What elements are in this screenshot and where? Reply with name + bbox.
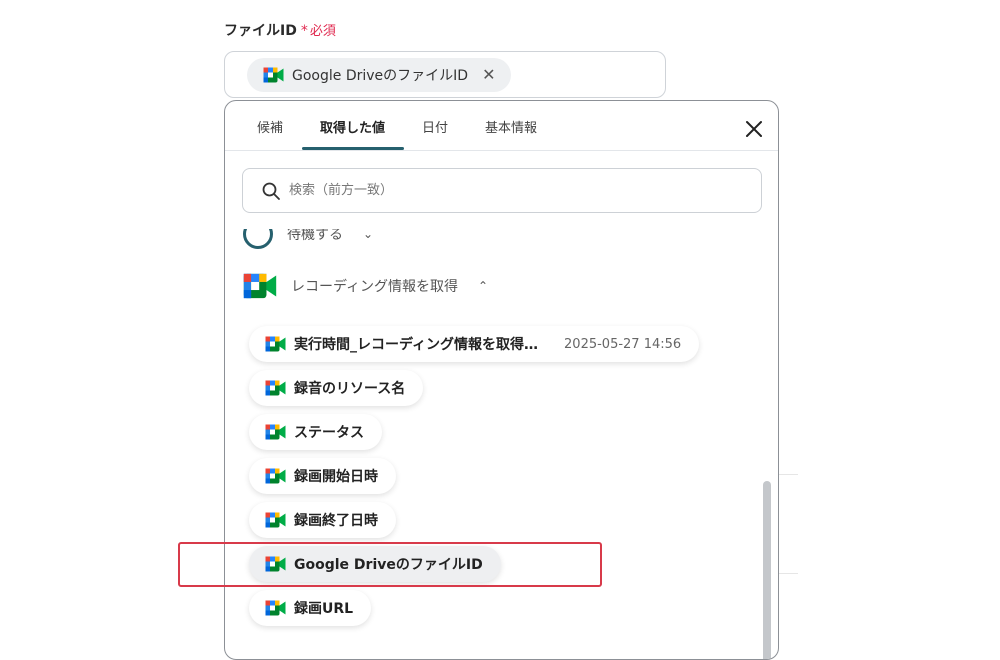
google-meet-icon xyxy=(263,67,284,83)
search-box[interactable] xyxy=(242,168,762,213)
search-icon xyxy=(262,182,280,200)
item-label: 録画URL xyxy=(294,601,354,617)
search-input[interactable] xyxy=(287,182,731,199)
group-wait[interactable]: 待機する ⌄ xyxy=(243,229,373,249)
item-label: 録音のリソース名 xyxy=(294,381,406,397)
item-label: ステータス xyxy=(294,425,364,441)
scrollbar-thumb[interactable] xyxy=(763,481,771,659)
file-id-label-text: ファイルID xyxy=(224,23,297,39)
google-meet-icon xyxy=(243,273,277,299)
google-meet-icon xyxy=(265,336,286,352)
tab-candidates[interactable]: 候補 xyxy=(257,117,283,136)
required-text: 必須 xyxy=(309,24,336,39)
group-wait-label: 待機する xyxy=(287,229,343,243)
file-id-field[interactable]: Google DriveのファイルID ✕ xyxy=(224,51,666,98)
list-item[interactable]: 実行時間_レコーディング情報を取得… 2025-05-27 14:56 xyxy=(249,326,700,362)
close-icon[interactable] xyxy=(742,117,766,141)
tab-basic-info[interactable]: 基本情報 xyxy=(485,117,537,136)
required-star: * xyxy=(300,23,308,39)
google-meet-icon xyxy=(265,556,286,572)
selected-value-chip[interactable]: Google DriveのファイルID ✕ xyxy=(247,58,512,92)
google-meet-icon xyxy=(265,600,286,616)
google-meet-icon xyxy=(265,424,286,440)
google-meet-icon xyxy=(265,512,286,528)
chip-label: Google DriveのファイルID xyxy=(292,68,469,84)
value-picker-popup: 候補 取得した値 日付 基本情報 待機する ⌄ レコーディング情報を取得 ⌃ 実… xyxy=(224,100,779,660)
chevron-down-icon: ⌄ xyxy=(363,229,374,241)
group-recording-info[interactable]: レコーディング情報を取得 ⌃ xyxy=(243,273,488,299)
file-id-label: ファイルID * 必須 xyxy=(224,20,336,40)
list-item[interactable]: 録画開始日時 xyxy=(249,458,396,494)
list-item-selected[interactable]: Google DriveのファイルID xyxy=(249,546,501,582)
item-label: 録画開始日時 xyxy=(294,469,378,485)
item-label: Google DriveのファイルID xyxy=(294,557,483,573)
google-meet-icon xyxy=(265,380,286,396)
list-item[interactable]: 録画URL xyxy=(249,590,372,626)
item-label: 録画終了日時 xyxy=(294,513,378,529)
background-divider xyxy=(779,474,798,475)
chevron-up-icon: ⌃ xyxy=(478,279,489,293)
group-recording-label: レコーディング情報を取得 xyxy=(291,279,459,295)
tab-date[interactable]: 日付 xyxy=(422,117,448,136)
value-list: 待機する ⌄ レコーディング情報を取得 ⌃ 実行時間_レコーディング情報を取得…… xyxy=(225,229,778,659)
list-item[interactable]: 録画終了日時 xyxy=(249,502,396,538)
background-divider xyxy=(779,573,798,574)
list-item[interactable]: 録音のリソース名 xyxy=(249,370,424,406)
active-tab-indicator xyxy=(302,147,404,150)
wait-clock-icon xyxy=(243,229,273,249)
tab-acquired-values[interactable]: 取得した値 xyxy=(320,117,385,136)
picker-tabs: 候補 取得した値 日付 基本情報 xyxy=(225,101,778,151)
item-label: 実行時間_レコーディング情報を取得… xyxy=(294,337,539,353)
list-item[interactable]: ステータス xyxy=(249,414,382,450)
chip-remove-icon[interactable]: ✕ xyxy=(482,67,495,83)
item-date: 2025-05-27 14:56 xyxy=(564,336,682,352)
google-meet-icon xyxy=(265,468,286,484)
